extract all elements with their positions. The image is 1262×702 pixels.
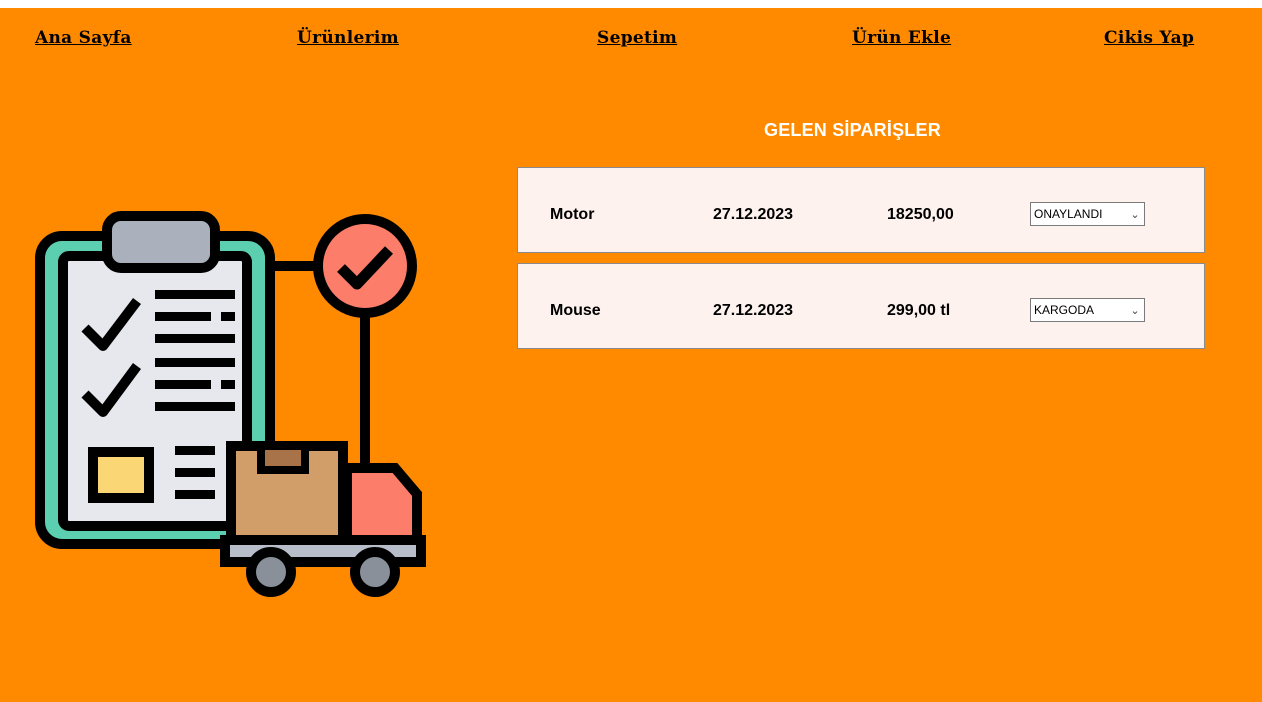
order-date: 27.12.2023 — [713, 302, 794, 319]
nav-cart-link[interactable]: Sepetim — [597, 28, 677, 48]
chevron-down-icon: ⌄ — [1130, 304, 1140, 317]
order-status-value: KARGODA — [1034, 303, 1095, 317]
order-price: 299,00 tl — [887, 302, 951, 319]
clipboard-delivery-icon — [35, 211, 426, 597]
nav-home-link[interactable]: Ana Sayfa — [35, 28, 132, 48]
nav-add-product-link[interactable]: Ürün Ekle — [852, 28, 951, 48]
order-price: 18250,00 — [887, 206, 954, 223]
nav-logout-link[interactable]: Cikis Yap — [1104, 28, 1194, 48]
order-product: Motor — [550, 206, 595, 223]
order-status-value: ONAYLANDI — [1034, 207, 1103, 221]
main-window: Ana Sayfa Ürünlerim Sepetim Ürün Ekle Ci… — [0, 8, 1262, 702]
order-row: Mouse 27.12.2023 299,00 tl KARGODA ⌄ — [517, 263, 1205, 349]
order-status-select[interactable]: ONAYLANDI ⌄ — [1030, 202, 1145, 226]
order-status-select[interactable]: KARGODA ⌄ — [1030, 298, 1145, 322]
orders-title: GELEN SİPARİŞLER — [764, 120, 941, 140]
order-row: Motor 27.12.2023 18250,00 ONAYLANDI ⌄ — [517, 167, 1205, 253]
nav-products-link[interactable]: Ürünlerim — [297, 28, 399, 48]
chevron-down-icon: ⌄ — [1130, 208, 1140, 221]
order-product: Mouse — [550, 302, 601, 319]
order-date: 27.12.2023 — [713, 206, 794, 223]
